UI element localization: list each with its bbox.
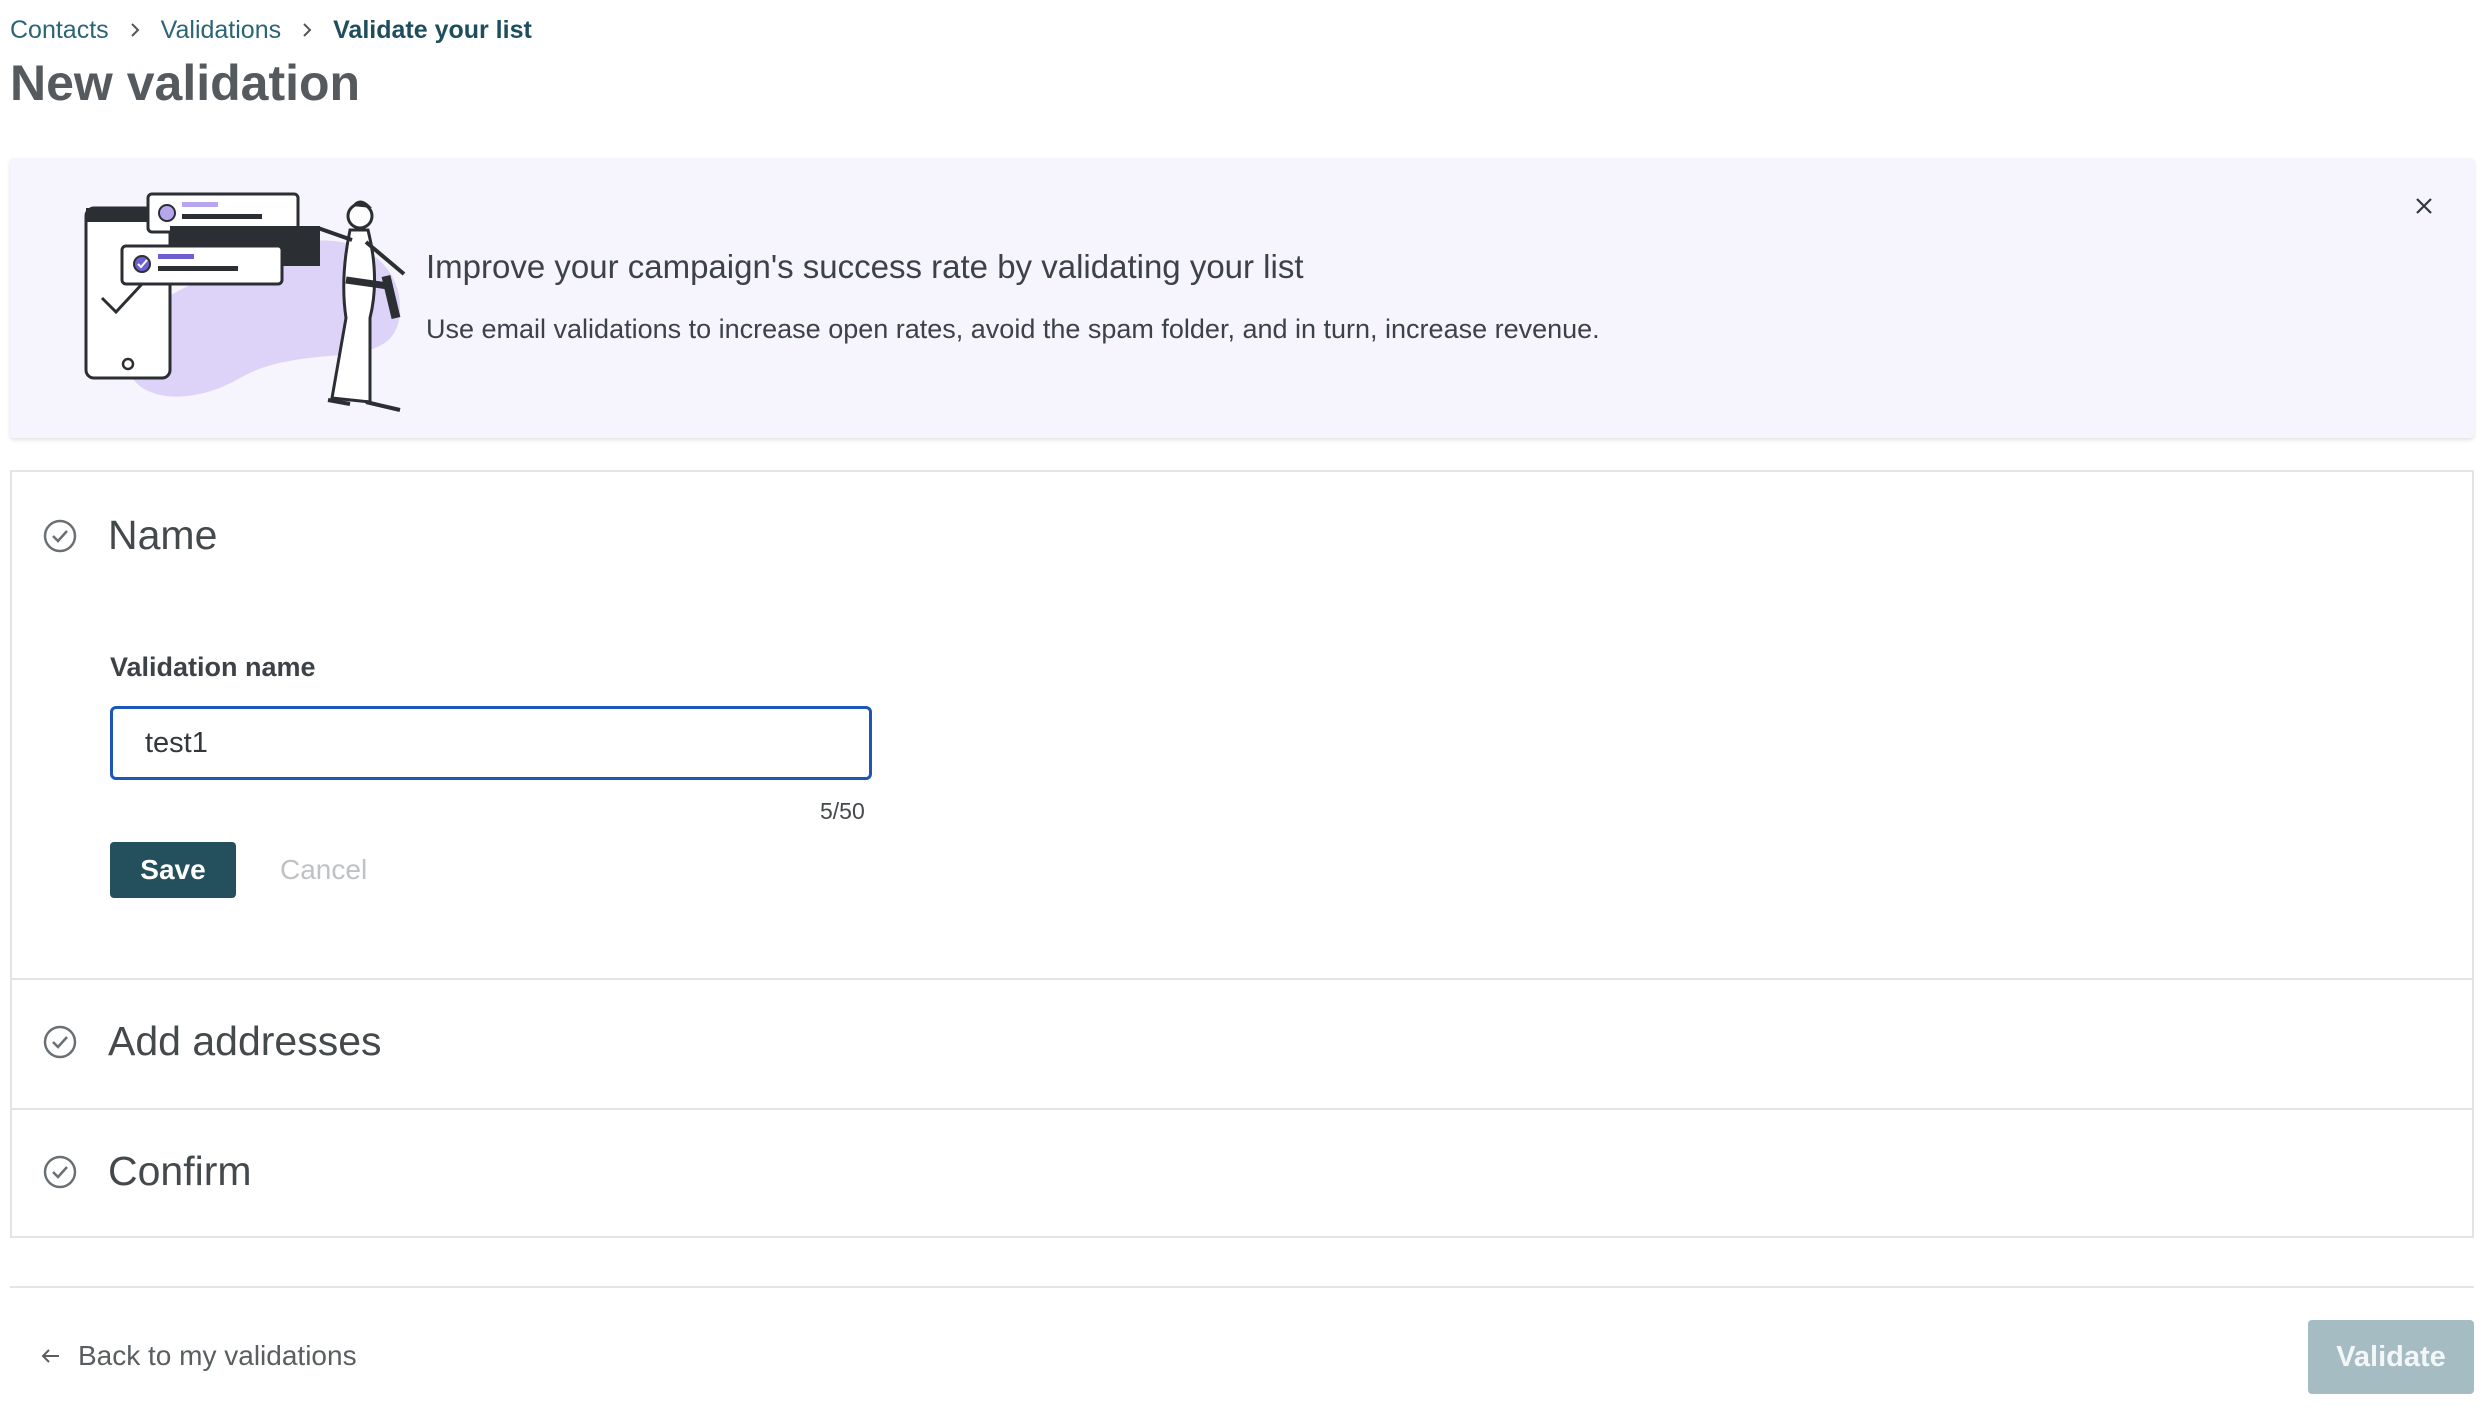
page: Contacts Validations Validate your list … (0, 0, 2488, 1426)
step-confirm-title: Confirm (108, 1148, 252, 1194)
breadcrumb-current: Validate your list (333, 15, 532, 44)
info-banner: Improve your campaign's success rate by … (10, 158, 2474, 438)
save-button[interactable]: Save (110, 842, 236, 898)
step-add-addresses-header: Add addresses (42, 1018, 382, 1065)
back-to-validations-link[interactable]: Back to my validations (40, 1340, 357, 1372)
step-confirm[interactable]: Confirm (12, 1110, 2472, 1236)
validation-name-label: Validation name (110, 652, 316, 682)
chevron-right-icon (299, 22, 315, 38)
breadcrumb-contacts[interactable]: Contacts (10, 16, 109, 45)
breadcrumb: Contacts Validations Validate your list (10, 14, 532, 46)
breadcrumb-validations[interactable]: Validations (161, 16, 281, 45)
banner-description: Use email validations to increase open r… (426, 314, 1600, 344)
close-icon[interactable] (2408, 190, 2440, 222)
banner-title: Improve your campaign's success rate by … (426, 248, 1304, 285)
check-circle-icon (42, 518, 78, 554)
back-link-label: Back to my validations (78, 1340, 357, 1371)
character-count: 5/50 (820, 798, 865, 824)
cancel-button[interactable]: Cancel (280, 842, 367, 898)
step-name: Name Validation name 5/50 Save Cancel (12, 472, 2472, 980)
validation-illustration (70, 188, 410, 418)
step-confirm-header: Confirm (42, 1148, 252, 1195)
check-circle-icon (42, 1154, 78, 1190)
footer-divider (10, 1286, 2474, 1288)
step-add-addresses-title: Add addresses (108, 1018, 382, 1064)
arrow-left-icon (40, 1345, 62, 1367)
step-add-addresses[interactable]: Add addresses (12, 980, 2472, 1110)
page-title: New validation (10, 55, 361, 111)
chevron-right-icon (127, 22, 143, 38)
validate-button[interactable]: Validate (2308, 1320, 2474, 1394)
check-circle-icon (42, 1024, 78, 1060)
step-name-title: Name (108, 512, 218, 558)
step-name-header: Name (42, 512, 217, 559)
validation-steps: Name Validation name 5/50 Save Cancel Ad… (10, 470, 2474, 1238)
validation-name-input[interactable] (110, 706, 872, 780)
